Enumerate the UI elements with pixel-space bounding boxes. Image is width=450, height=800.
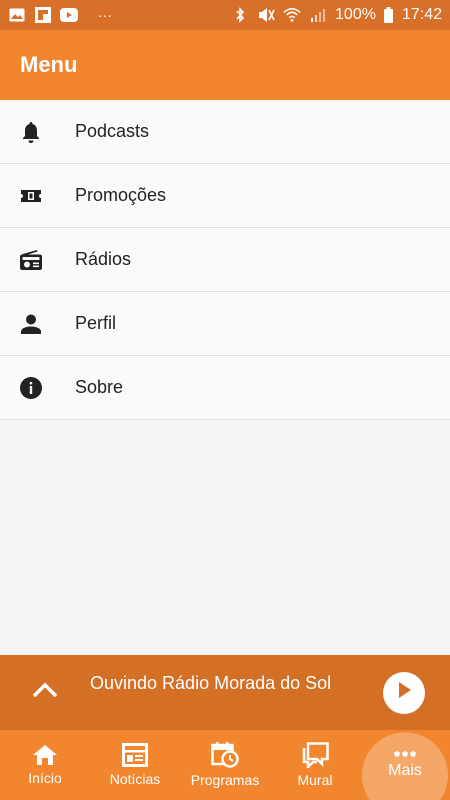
menu-item-radios[interactable]: Rádios — [0, 228, 450, 292]
menu-item-label: Podcasts — [75, 121, 150, 141]
nav-item-label: Início — [28, 770, 62, 786]
menu-item-perfil[interactable]: Perfil — [0, 292, 450, 356]
person-icon — [0, 314, 75, 334]
flipboard-icon — [34, 7, 52, 23]
more-notifications-icon: ··· — [98, 7, 112, 23]
play-icon — [396, 681, 412, 704]
menu-item-label: Rádios — [75, 249, 132, 269]
nav-item-programas[interactable]: Programas — [180, 730, 270, 800]
info-icon — [0, 376, 75, 399]
chevron-up-icon — [32, 682, 58, 703]
status-left: ··· — [8, 7, 112, 23]
status-bar: ··· 100% 17:42 — [0, 0, 450, 30]
bluetooth-icon — [231, 7, 249, 23]
clock: 17:42 — [401, 6, 442, 23]
menu-item-sobre[interactable]: Sobre — [0, 356, 450, 420]
battery-percent: 100% — [335, 6, 376, 23]
chat-icon — [302, 742, 329, 768]
nav-item-mais[interactable]: Mais — [360, 730, 450, 800]
app-header: Menu — [0, 30, 450, 100]
mute-icon — [257, 7, 275, 23]
bell-icon — [0, 121, 75, 143]
nav-item-label: Mais — [388, 762, 422, 779]
nav-item-label: Mural — [297, 772, 333, 788]
home-icon — [33, 745, 57, 765]
menu-item-podcasts[interactable]: Podcasts — [0, 100, 450, 164]
status-right: 100% 17:42 — [231, 6, 442, 24]
mini-player[interactable]: Ouvindo Rádio Morada do Sol — [0, 655, 450, 730]
ticket-icon — [0, 189, 75, 203]
signal-icon — [309, 7, 327, 23]
expand-player-button[interactable] — [0, 655, 90, 730]
page-title: Menu — [20, 52, 78, 77]
now-playing-text: Ouvindo Rádio Morada do Sol — [90, 673, 332, 693]
gallery-icon — [8, 7, 26, 23]
calendar-clock-icon — [211, 742, 239, 768]
nav-item-noticias[interactable]: Notícias — [90, 730, 180, 800]
bottom-navigation: Início Notícias Programas Mural Mais — [0, 730, 450, 800]
menu-item-label: Perfil — [75, 313, 117, 333]
menu-item-label: Sobre — [75, 377, 124, 397]
menu-item-label: Promoções — [75, 185, 167, 205]
play-button[interactable] — [383, 671, 425, 714]
nav-item-inicio[interactable]: Início — [0, 730, 90, 800]
news-icon — [122, 743, 148, 767]
nav-item-label: Programas — [190, 772, 260, 788]
nav-item-label: Notícias — [109, 771, 161, 787]
menu-item-promocoes[interactable]: Promoções — [0, 164, 450, 228]
wifi-icon — [283, 7, 301, 23]
menu-list: Podcasts Promoções Rádios Perfil Sobre — [0, 100, 450, 420]
radio-icon — [0, 249, 75, 270]
battery-icon — [384, 7, 394, 23]
more-icon — [394, 751, 416, 757]
youtube-icon — [60, 7, 78, 23]
nav-item-mural[interactable]: Mural — [270, 730, 360, 800]
